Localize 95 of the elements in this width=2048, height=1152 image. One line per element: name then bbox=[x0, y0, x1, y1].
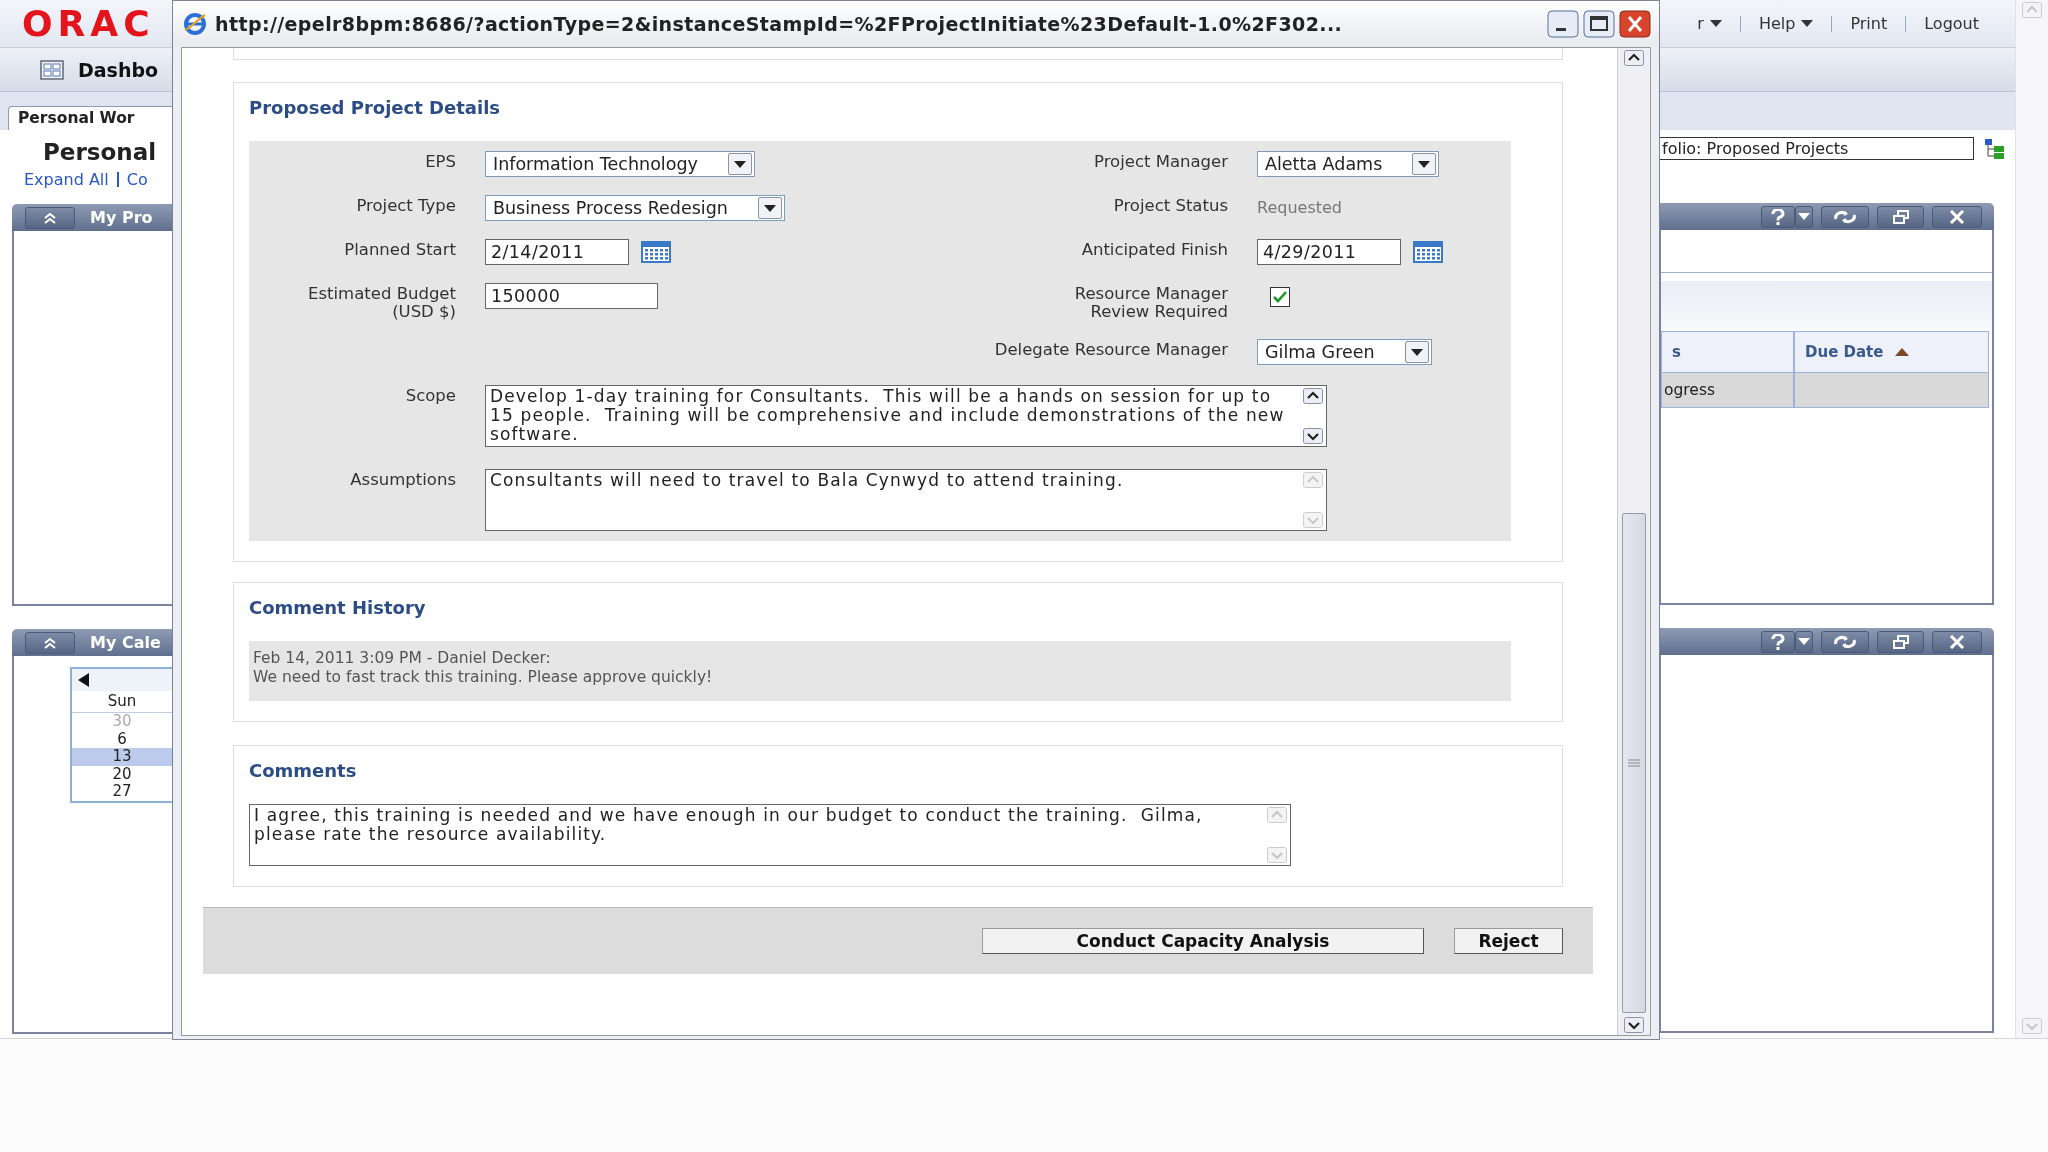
previous-icon[interactable] bbox=[78, 673, 90, 687]
maximize-button[interactable] bbox=[1583, 10, 1615, 38]
restore-button[interactable] bbox=[1877, 630, 1924, 653]
field-label: Project Status bbox=[1112, 195, 1228, 215]
field-label: Project Manager bbox=[1092, 151, 1228, 171]
logo: ORAC bbox=[22, 5, 155, 42]
checkbox[interactable] bbox=[1270, 287, 1290, 307]
portlet-title: My Pro bbox=[90, 208, 153, 227]
refresh-button[interactable] bbox=[1821, 630, 1869, 653]
dropdown-field[interactable]: Aletta Adams bbox=[1257, 151, 1440, 177]
caret-icon bbox=[1798, 638, 1810, 645]
menu-item[interactable]: Print bbox=[1850, 14, 1888, 33]
calendar-day[interactable]: 6 bbox=[72, 730, 172, 748]
browser-icon bbox=[183, 12, 207, 36]
portlet-title: My Cale bbox=[90, 633, 161, 652]
input-field[interactable]: 150000 bbox=[485, 283, 658, 309]
field-label: EPS bbox=[424, 151, 456, 171]
calendar-day[interactable]: 13 bbox=[72, 748, 172, 766]
caret-icon bbox=[763, 204, 776, 212]
restore-icon bbox=[1892, 209, 1909, 224]
close-icon bbox=[1949, 209, 1965, 224]
restore-icon bbox=[1892, 634, 1909, 649]
menu-item[interactable]: r bbox=[1697, 14, 1722, 33]
question-mark-icon bbox=[1771, 208, 1785, 225]
menu-item[interactable]: Logout bbox=[1924, 14, 1979, 33]
close-button[interactable] bbox=[1932, 205, 1982, 228]
refresh-icon bbox=[1833, 209, 1857, 224]
calendar-day[interactable]: 20 bbox=[72, 765, 172, 783]
page-title: Personal bbox=[43, 140, 158, 164]
link[interactable]: Expand All bbox=[24, 170, 109, 189]
portfolio-field[interactable]: folio: Proposed Projects bbox=[1659, 137, 1974, 160]
window-title: http://epelr8bpm:8686/?actionType=2&instanceStampId=%2FProjectInitiate%23Default-1.0%2F302... bbox=[215, 13, 1344, 35]
section-title: Proposed Project Details bbox=[249, 97, 502, 119]
refresh-button[interactable] bbox=[1821, 205, 1869, 228]
refresh-icon bbox=[1833, 634, 1857, 649]
caret-icon bbox=[1709, 20, 1722, 27]
field-label: Project Type bbox=[355, 195, 456, 215]
comment-header: Feb 14, 2011 3:09 PM - Daniel Decker: bbox=[253, 649, 552, 668]
close-icon bbox=[1949, 634, 1965, 649]
section-title: Comments bbox=[249, 760, 358, 782]
action-button[interactable]: Conduct Capacity Analysis bbox=[982, 928, 1424, 954]
close-button[interactable] bbox=[1619, 10, 1651, 38]
collapse-button[interactable] bbox=[25, 206, 75, 229]
link[interactable]: Co bbox=[126, 170, 148, 189]
dropdown-field[interactable]: Business Process Redesign bbox=[485, 195, 785, 221]
calendar-icon[interactable] bbox=[1413, 241, 1443, 263]
close-button[interactable] bbox=[1932, 630, 1982, 653]
dashboard-icon bbox=[40, 59, 64, 80]
field-label: Anticipated Finish bbox=[1080, 239, 1228, 259]
sort-ascending-icon bbox=[1895, 348, 1910, 356]
scroll-up-icon[interactable] bbox=[1303, 388, 1323, 404]
text-area[interactable]: Develop 1-day training for Consultants. This will be a hands on session for up to 15 people. Training will be comprehensive and include demonstrations of the new software. bbox=[485, 385, 1327, 447]
scrollbar[interactable] bbox=[1617, 48, 1650, 1035]
calendar-day[interactable]: 27 bbox=[72, 783, 172, 801]
scroll-up-button[interactable] bbox=[1624, 50, 1644, 66]
help-button[interactable] bbox=[1761, 205, 1795, 228]
field-value: Requested bbox=[1257, 197, 1342, 217]
menu-button[interactable] bbox=[1795, 205, 1813, 228]
page-tab[interactable]: Personal Wor bbox=[8, 106, 172, 130]
question-mark-icon bbox=[1771, 633, 1785, 650]
column-header[interactable]: s bbox=[1661, 331, 1794, 373]
column-header[interactable]: Due Date bbox=[1794, 331, 1989, 373]
double-chevron-icon bbox=[42, 636, 58, 649]
comment-text: We need to fast track this training. Please approve quickly! bbox=[253, 668, 714, 687]
caret-icon bbox=[1418, 160, 1431, 168]
field-label: Resource Manager Review Required bbox=[1073, 283, 1228, 321]
table-cell: ogress bbox=[1661, 373, 1794, 408]
date-field[interactable]: 4/29/2011 bbox=[1257, 239, 1401, 265]
caret-icon bbox=[733, 160, 746, 168]
scroll-down-button[interactable] bbox=[1624, 1017, 1644, 1033]
scroll-thumb[interactable] bbox=[1622, 513, 1646, 1013]
help-button[interactable] bbox=[1761, 630, 1795, 653]
field-label: Delegate Resource Manager bbox=[993, 339, 1228, 359]
field-label: Planned Start bbox=[343, 239, 456, 259]
field-label: Scope bbox=[404, 385, 456, 407]
action-button[interactable]: Reject bbox=[1454, 928, 1563, 954]
calendar-icon[interactable] bbox=[641, 241, 671, 263]
collapse-button[interactable] bbox=[25, 631, 75, 654]
nav-tab[interactable]: Dashbo bbox=[78, 58, 159, 81]
section-title: Comment History bbox=[249, 597, 427, 619]
double-chevron-icon bbox=[42, 211, 58, 224]
field-label: Assumptions bbox=[349, 469, 456, 491]
caret-icon bbox=[1801, 20, 1814, 27]
tree-icon[interactable] bbox=[1984, 137, 2006, 160]
date-field[interactable]: 2/14/2011 bbox=[485, 239, 629, 265]
menu-item[interactable]: Help bbox=[1758, 14, 1814, 33]
menu-button[interactable] bbox=[1795, 630, 1813, 653]
minimize-button[interactable] bbox=[1547, 10, 1579, 38]
caret-icon bbox=[1410, 348, 1423, 356]
dropdown-field[interactable]: Information Technology bbox=[485, 151, 755, 177]
scroll-down-icon[interactable] bbox=[1303, 428, 1323, 444]
dropdown-field[interactable]: Gilma Green bbox=[1257, 339, 1432, 365]
caret-icon bbox=[1798, 213, 1810, 220]
field-label: Estimated Budget (USD $) bbox=[307, 283, 456, 321]
restore-button[interactable] bbox=[1877, 205, 1924, 228]
